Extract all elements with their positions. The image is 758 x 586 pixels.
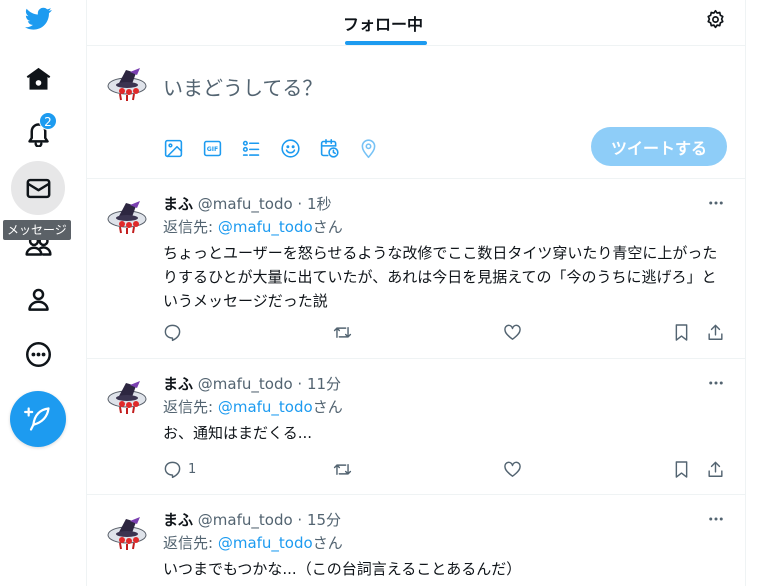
author-meta[interactable]: @mafu_todo · 11分 xyxy=(198,375,341,393)
bookmark-icon xyxy=(675,460,688,478)
avatar[interactable] xyxy=(106,513,148,555)
more-dots-icon xyxy=(709,201,723,205)
poll-button[interactable] xyxy=(241,136,280,160)
avatar[interactable] xyxy=(106,377,148,419)
author-meta[interactable]: @mafu_todo · 15分 xyxy=(198,511,341,529)
more-circle-icon xyxy=(25,341,51,367)
tweet-item[interactable]: まふ @mafu_todo · 11分 返信先: @mafu_todoさん お、… xyxy=(87,359,745,495)
media-button[interactable] xyxy=(163,136,202,160)
reply-count: 1 xyxy=(188,461,197,477)
tweet-header: まふ @mafu_todo · 11分 xyxy=(163,373,341,394)
author-meta[interactable]: @mafu_todo · 1秒 xyxy=(198,195,332,213)
svg-text:GIF: GIF xyxy=(207,146,218,153)
main-timeline: フォロー中 いまどうしてる？ GIF ツイートする まふ @mafu_todo … xyxy=(86,0,746,586)
tweet-actions: 1 xyxy=(163,458,729,482)
tweet-text: お、通知はまだくる... xyxy=(163,424,313,442)
reply-suffix: さん xyxy=(312,398,343,416)
tweet-text: ちょっとユーザーを怒らせるような改修でここ数日タイツ穿いたり青空に上がったりする… xyxy=(163,244,718,310)
reply-to: 返信先: @mafu_todoさん xyxy=(163,216,343,237)
home-icon xyxy=(26,67,50,90)
twitter-logo[interactable] xyxy=(11,0,65,45)
tweet-item[interactable]: まふ @mafu_todo · 1秒 返信先: @mafu_todoさん ちょっ… xyxy=(87,179,745,359)
location-button[interactable] xyxy=(358,136,397,160)
like-button[interactable] xyxy=(503,458,522,480)
reply-prefix: 返信先: xyxy=(163,398,218,416)
reply-prefix: 返信先: xyxy=(163,218,218,236)
nav-home[interactable] xyxy=(11,52,65,106)
more-button[interactable] xyxy=(705,193,727,213)
left-nav: 2 メッセージ xyxy=(0,0,86,586)
reply-mention[interactable]: @mafu_todo xyxy=(218,218,313,236)
more-button[interactable] xyxy=(705,373,727,393)
reply-icon xyxy=(164,461,181,478)
more-dots-icon xyxy=(709,517,723,521)
emoji-button[interactable] xyxy=(280,136,319,160)
retweet-button[interactable] xyxy=(333,321,352,343)
gif-button[interactable]: GIF xyxy=(202,136,241,160)
reply-mention[interactable]: @mafu_todo xyxy=(218,398,313,416)
share-button[interactable] xyxy=(706,458,725,480)
tweet-button[interactable]: ツイートする xyxy=(591,127,727,166)
gif-icon: GIF xyxy=(203,140,222,156)
author-name[interactable]: まふ xyxy=(163,195,193,213)
location-icon xyxy=(361,138,376,158)
bird-icon xyxy=(24,7,52,30)
nav-more[interactable] xyxy=(11,327,65,381)
emoji-icon xyxy=(281,138,300,158)
reply-button[interactable]: 1 xyxy=(163,458,196,480)
compose-toolbar: GIF xyxy=(163,136,397,160)
reply-icon xyxy=(164,324,181,341)
tweet-composer: いまどうしてる？ GIF ツイートする xyxy=(87,0,745,179)
tweet-header: まふ @mafu_todo · 1秒 xyxy=(163,193,332,214)
mail-icon xyxy=(26,178,50,198)
tweet-item[interactable]: まふ @mafu_todo · 15分 返信先: @mafu_todoさん いつ… xyxy=(87,495,745,586)
tweet-text: いつまでもつかな...（この台詞言えることあるんだ） xyxy=(163,560,522,578)
bookmark-icon xyxy=(675,323,688,341)
reply-suffix: さん xyxy=(312,534,343,552)
author-name[interactable]: まふ xyxy=(163,375,193,393)
avatar[interactable] xyxy=(106,197,148,239)
reply-button[interactable] xyxy=(163,321,188,343)
heart-icon xyxy=(504,324,521,340)
retweet-icon xyxy=(333,326,352,338)
retweet-icon xyxy=(333,463,352,475)
schedule-button[interactable] xyxy=(319,136,358,160)
bookmark-button[interactable] xyxy=(672,458,691,480)
nav-notifications[interactable]: 2 xyxy=(11,106,65,160)
poll-icon xyxy=(242,140,260,156)
share-button[interactable] xyxy=(706,321,725,343)
reply-prefix: 返信先: xyxy=(163,534,218,552)
tweet-header: まふ @mafu_todo · 15分 xyxy=(163,509,341,530)
schedule-icon xyxy=(320,138,339,158)
nav-tooltip: メッセージ xyxy=(3,220,71,240)
image-icon xyxy=(164,139,183,157)
notification-badge: 2 xyxy=(39,112,57,130)
bookmark-button[interactable] xyxy=(672,321,691,343)
reply-suffix: さん xyxy=(312,218,343,236)
heart-icon xyxy=(504,461,521,477)
like-button[interactable] xyxy=(503,321,522,343)
more-dots-icon xyxy=(709,381,723,385)
nav-messages[interactable] xyxy=(11,161,65,215)
tweet-actions xyxy=(163,321,729,345)
nav-profile[interactable] xyxy=(11,272,65,326)
more-button[interactable] xyxy=(705,509,727,529)
profile-icon xyxy=(27,288,49,311)
share-icon xyxy=(708,324,723,340)
reply-to: 返信先: @mafu_todoさん xyxy=(163,396,343,417)
compose-tweet-button[interactable] xyxy=(10,391,66,447)
reply-to: 返信先: @mafu_todoさん xyxy=(163,532,343,553)
reply-mention[interactable]: @mafu_todo xyxy=(218,534,313,552)
author-name[interactable]: まふ xyxy=(163,511,193,529)
retweet-button[interactable] xyxy=(333,458,352,480)
share-icon xyxy=(708,461,723,477)
compose-input[interactable]: いまどうしてる？ xyxy=(163,72,322,101)
avatar xyxy=(106,64,148,106)
feather-plus-icon xyxy=(24,407,50,431)
